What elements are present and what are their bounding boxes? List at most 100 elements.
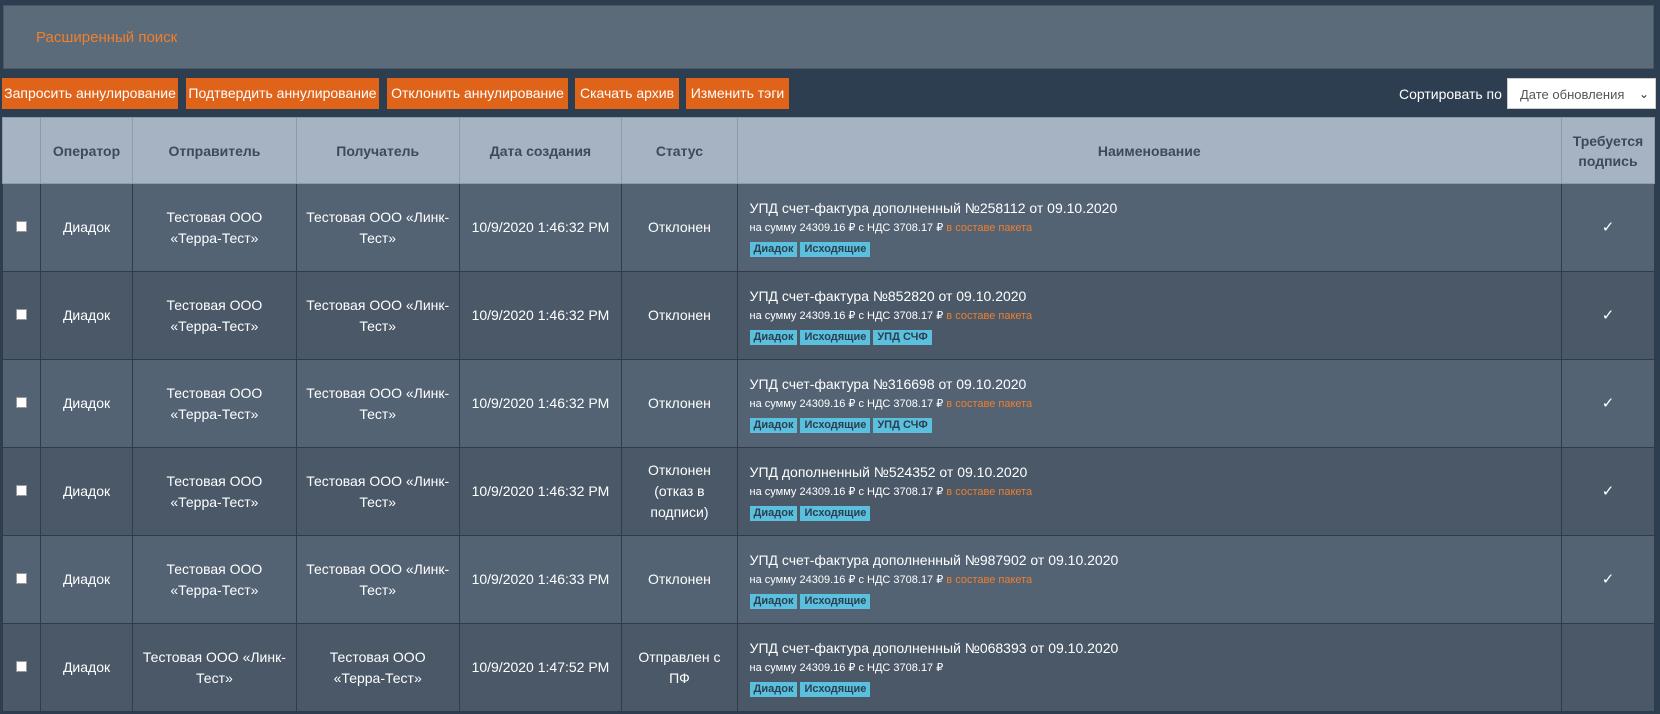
sum-text: на сумму 24309.16 ₽ с НДС 3708.17 ₽ (749, 574, 944, 586)
table-row[interactable]: Диадок Тестовая ООО «Линк-Тест» Тестовая О… (1, 623, 1656, 712)
row-checkbox[interactable] (16, 661, 28, 672)
tag-badge: Исходящие (800, 682, 871, 697)
row-checkbox[interactable] (16, 397, 28, 408)
recipient-column-header[interactable]: Получатель (295, 117, 460, 184)
name-column-header[interactable]: Наименование (736, 117, 1562, 184)
document-title[interactable]: УПД счет-фактура дополненный №258112 от … (750, 198, 1555, 218)
name-cell[interactable]: УПД счет-фактура дополненный №068393 от … (736, 623, 1562, 712)
created-column-header[interactable]: Дата создания (458, 117, 623, 184)
package-link[interactable]: в составе пакета (946, 398, 1032, 410)
sender-column-header[interactable]: Отправитель (132, 117, 297, 184)
document-title[interactable]: УПД счет-фактура №852820 от 09.10.2020 (750, 286, 1555, 306)
created-cell: 10/9/2020 1:46:32 PM (458, 271, 623, 360)
status-cell: Отклонен (621, 359, 738, 448)
package-link[interactable]: в составе пакета (946, 310, 1032, 322)
check-icon: ✓ (1601, 395, 1615, 412)
operator-column-header[interactable]: Оператор (40, 117, 133, 184)
name-cell[interactable]: УПД счет-фактура №852820 от 09.10.2020 на… (736, 271, 1562, 360)
tags-list: Диадок Исходящие (749, 239, 1555, 257)
table-row[interactable]: Диадок Тестовая ООО «Терра-Тест» Тестовая … (1, 183, 1656, 272)
sort-label: Сортировать по (1399, 86, 1502, 102)
document-title[interactable]: УПД счет-фактура №316698 от 09.10.2020 (750, 374, 1555, 394)
toolbar: Запросить аннулирование Подтвердить анну… (2, 78, 1656, 109)
row-select-cell (1, 271, 42, 360)
status-cell: Отклонен (621, 271, 738, 360)
sign-required-cell: ✓ (1560, 359, 1656, 448)
table-row[interactable]: Диадок Тестовая ООО «Терра-Тест» Тестовая … (1, 535, 1656, 624)
document-title[interactable]: УПД счет-фактура дополненный №068393 от … (750, 638, 1555, 658)
row-checkbox[interactable] (16, 573, 28, 584)
name-cell[interactable]: УПД счет-фактура №316698 от 09.10.2020 на… (736, 359, 1562, 448)
tags-list: Диадок Исходящие УПД СЧФ (749, 327, 1555, 345)
tag-badge: Исходящие (800, 594, 871, 609)
package-link[interactable]: в составе пакета (946, 222, 1032, 234)
name-cell[interactable]: УПД дополненный №524352 от 09.10.2020 на … (736, 447, 1562, 536)
status-cell: Отклонен (621, 183, 738, 272)
edit-tags-button[interactable]: Изменить тэги (686, 78, 789, 109)
document-sum: на сумму 24309.16 ₽ с НДС 3708.17 ₽ в со… (750, 308, 1555, 324)
sign-required-cell: ✓ (1560, 183, 1656, 272)
request-annulment-button[interactable]: Запросить аннулирование (2, 78, 178, 109)
sign-required-cell: ✓ (1560, 447, 1656, 536)
sender-cell: Тестовая ООО «Терра-Тест» (132, 447, 297, 536)
operator-cell: Диадок (40, 183, 133, 272)
table-row[interactable]: Диадок Тестовая ООО «Терра-Тест» Тестовая … (1, 359, 1656, 448)
row-select-cell (1, 183, 42, 272)
row-select-cell (1, 623, 42, 712)
tag-badge: Исходящие (800, 330, 871, 345)
advanced-search-toggle[interactable]: Расширенный поиск (36, 29, 177, 46)
created-cell: 10/9/2020 1:46:32 PM (458, 183, 623, 272)
tag-badge: Диадок (749, 242, 798, 257)
operator-cell: Диадок (40, 535, 133, 624)
sum-text: на сумму 24309.16 ₽ с НДС 3708.17 ₽ (749, 486, 944, 498)
tags-list: Диадок Исходящие УПД СЧФ (749, 415, 1555, 433)
tag-badge: УПД СЧФ (873, 330, 932, 345)
package-link[interactable]: в составе пакета (946, 486, 1032, 498)
document-sum: на сумму 24309.16 ₽ с НДС 3708.17 ₽ в со… (750, 572, 1555, 588)
recipient-cell: Тестовая ООО «Линк-Тест» (295, 271, 460, 360)
row-select-cell (1, 447, 42, 536)
sign-required-label-line1: Требуется (1572, 132, 1644, 149)
confirm-annulment-button[interactable]: Подтвердить аннулирование (186, 78, 379, 109)
operator-cell: Диадок (40, 271, 133, 360)
recipient-cell: Тестовая ООО «Линк-Тест» (295, 359, 460, 448)
row-checkbox[interactable] (16, 309, 28, 320)
name-cell[interactable]: УПД счет-фактура дополненный №987902 от … (736, 535, 1562, 624)
tags-list: Диадок Исходящие (749, 503, 1555, 521)
sender-cell: Тестовая ООО «Терра-Тест» (132, 535, 297, 624)
advanced-search-panel[interactable]: Расширенный поиск (3, 5, 1654, 69)
name-cell[interactable]: УПД счет-фактура дополненный №258112 от … (736, 183, 1562, 272)
sender-cell: Тестовая ООО «Линк-Тест» (132, 623, 297, 712)
select-column-header (1, 117, 42, 184)
tag-badge: Диадок (749, 682, 798, 697)
sign-required-column-header[interactable]: Требуется подпись (1560, 117, 1656, 184)
sort-select-value: Дате обновления (1520, 87, 1625, 102)
row-checkbox[interactable] (16, 221, 28, 232)
row-checkbox[interactable] (16, 485, 28, 496)
status-cell: Отклонен (621, 535, 738, 624)
sign-required-cell (1560, 623, 1656, 712)
table-row[interactable]: Диадок Тестовая ООО «Терра-Тест» Тестовая … (1, 271, 1656, 360)
created-cell: 10/9/2020 1:46:32 PM (458, 447, 623, 536)
recipient-cell: Тестовая ООО «Линк-Тест» (295, 447, 460, 536)
tag-badge: Диадок (749, 418, 798, 433)
download-archive-button[interactable]: Скачать архив (575, 78, 679, 109)
document-title[interactable]: УПД счет-фактура дополненный №987902 от … (750, 550, 1555, 570)
table-row[interactable]: Диадок Тестовая ООО «Терра-Тест» Тестовая … (1, 447, 1656, 536)
document-sum: на сумму 24309.16 ₽ с НДС 3708.17 ₽ (750, 660, 1555, 676)
tag-badge: Диадок (749, 594, 798, 609)
sum-text: на сумму 24309.16 ₽ с НДС 3708.17 ₽ (749, 398, 944, 410)
tag-badge: УПД СЧФ (873, 418, 932, 433)
reject-annulment-button[interactable]: Отклонить аннулирование (387, 78, 568, 109)
sort-select[interactable]: Дате обновления ⌄ (1507, 78, 1656, 109)
package-link[interactable]: в составе пакета (946, 574, 1032, 586)
check-icon: ✓ (1601, 219, 1615, 236)
sender-cell: Тестовая ООО «Терра-Тест» (132, 359, 297, 448)
documents-table: Оператор Отправитель Получатель Дата соз… (1, 117, 1656, 712)
tags-list: Диадок Исходящие (749, 591, 1555, 609)
created-cell: 10/9/2020 1:46:32 PM (458, 359, 623, 448)
created-cell: 10/9/2020 1:46:33 PM (458, 535, 623, 624)
document-title[interactable]: УПД дополненный №524352 от 09.10.2020 (750, 462, 1555, 482)
status-column-header[interactable]: Статус (621, 117, 738, 184)
check-icon: ✓ (1601, 483, 1615, 500)
